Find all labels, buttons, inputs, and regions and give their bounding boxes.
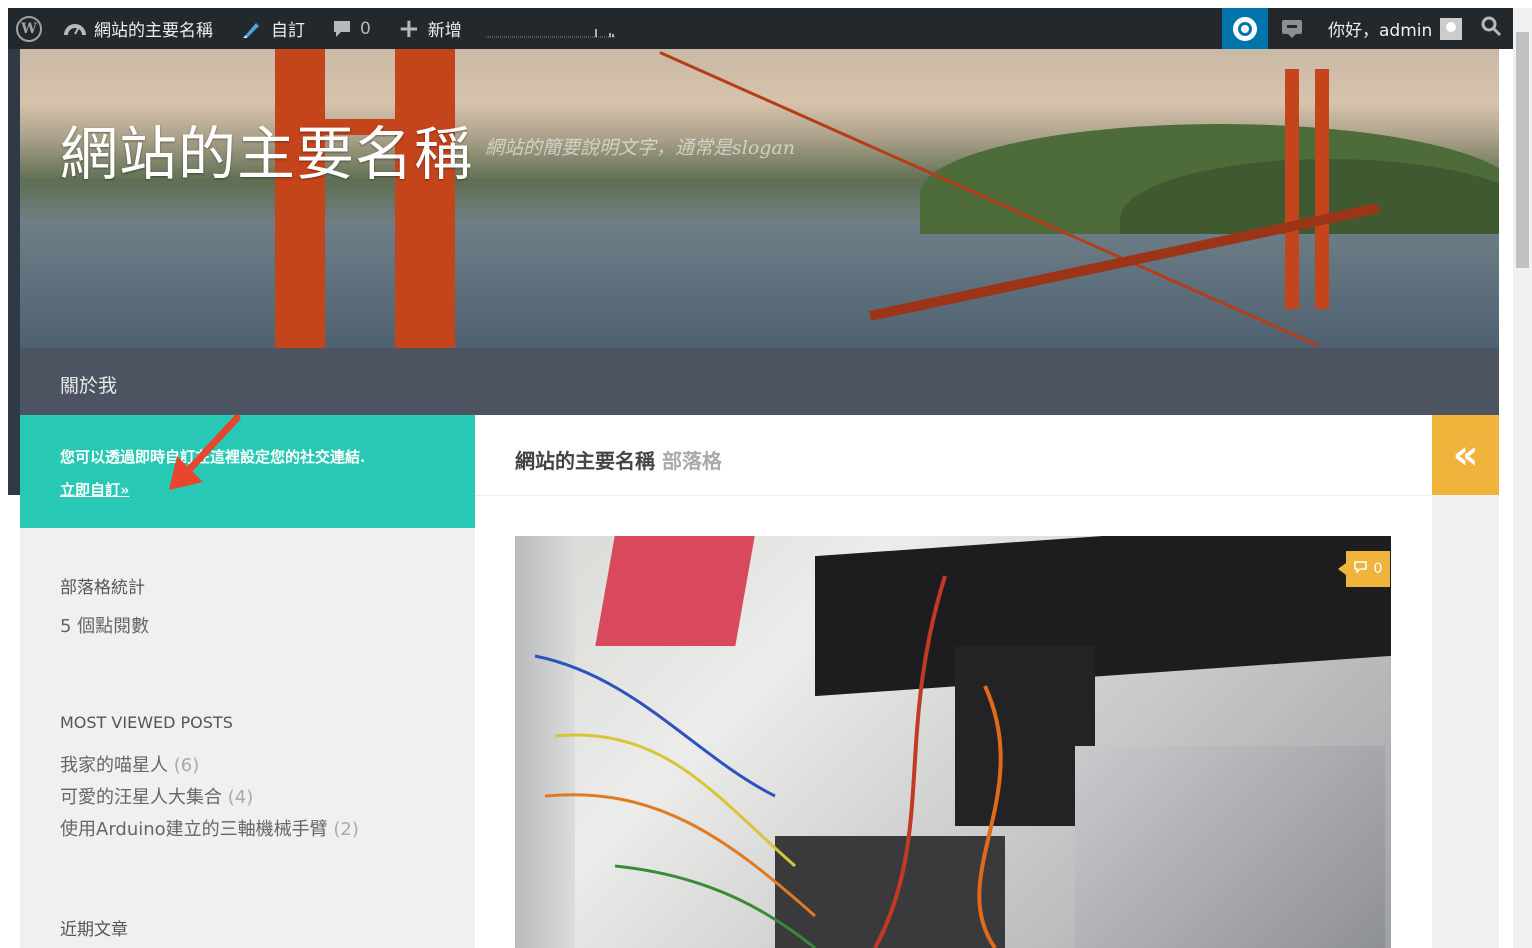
notification-icon [1280, 18, 1304, 40]
comments-count: 0 [360, 18, 371, 39]
recent-posts-title: 近期文章 [60, 920, 128, 940]
avatar [1440, 17, 1463, 40]
site-description: 網站的簡要說明文字，通常是slogan [485, 137, 795, 159]
blog-heading-subtitle: 部落格 [661, 449, 722, 473]
blog-heading-title: 網站的主要名稱 [515, 449, 655, 473]
most-viewed-post[interactable]: 使用Arduino建立的三軸機械手臂 (2) [60, 815, 359, 841]
new-label: 新增 [427, 21, 462, 41]
brush-icon [241, 18, 263, 40]
admin-bar: W 網站的主要名稱 自訂 0 + 新增 你好，admin [8, 8, 1513, 49]
comment-icon [332, 19, 352, 39]
page-heading: 網站的主要名稱 部落格 [475, 415, 1432, 496]
most-viewed-title: MOST VIEWED POSTS [60, 713, 233, 732]
comments-link[interactable]: 0 [332, 8, 371, 49]
my-account-menu[interactable]: 你好，admin [1328, 8, 1463, 49]
wires-image [534, 575, 1003, 948]
stats-widget-title: 部落格統計 [60, 578, 145, 598]
post-title: 可愛的汪星人大集合 [60, 787, 222, 808]
search-icon [1480, 15, 1502, 42]
annotation-arrow-icon [169, 414, 241, 490]
most-viewed-post[interactable]: 可愛的汪星人大集合 (4) [60, 783, 253, 809]
comment-count: 0 [1373, 561, 1383, 577]
new-content-menu[interactable]: + 新增 [398, 8, 462, 49]
dashboard-icon [64, 20, 86, 38]
main-navigation: 關於我 [20, 348, 1499, 415]
stats-widget-value: 5 個點閱數 [60, 616, 150, 637]
blog-heading: 網站的主要名稱 部落格 [515, 445, 722, 474]
nav-item-about[interactable]: 關於我 [60, 371, 117, 398]
help-button[interactable] [1222, 8, 1268, 49]
right-sidebar-column [1432, 495, 1499, 948]
site-name-label: 網站的主要名稱 [94, 21, 213, 41]
search-button[interactable] [1480, 8, 1502, 49]
comment-icon [1353, 561, 1370, 577]
scrollbar-thumb[interactable] [1516, 32, 1529, 268]
customize-link[interactable]: 自訂 [241, 8, 305, 49]
water-image [20, 234, 1499, 348]
customize-now-link[interactable]: 立即自訂» [60, 479, 129, 500]
site-title[interactable]: 網站的主要名稱 [60, 107, 473, 191]
double-chevron-left-icon: « [1452, 432, 1479, 478]
wordpress-menu[interactable]: W [16, 8, 50, 49]
post-featured-image[interactable] [515, 536, 1391, 948]
stats-sparkline[interactable] [486, 8, 616, 49]
lifebuoy-icon [1233, 16, 1257, 41]
wordpress-logo-icon: W [16, 15, 42, 42]
customize-label: 自訂 [271, 21, 305, 41]
comment-count-badge[interactable]: 0 [1338, 551, 1390, 587]
notifications-button[interactable] [1280, 8, 1312, 49]
page-gutter [8, 49, 20, 495]
sparkline-icon [486, 28, 616, 37]
most-viewed-post[interactable]: 我家的喵星人 (6) [60, 751, 199, 777]
post-view-count: (4) [227, 787, 254, 808]
far-tower-image [1285, 69, 1299, 309]
post-title: 我家的喵星人 [60, 755, 168, 776]
bridge-tower-image [275, 49, 325, 348]
far-tower-image [1315, 69, 1329, 309]
site-name-menu[interactable]: 網站的主要名稱 [64, 8, 213, 49]
site-header: 網站的主要名稱 網站的簡要說明文字，通常是slogan [20, 49, 1499, 348]
plus-icon: + [398, 13, 420, 44]
post-title: 使用Arduino建立的三軸機械手臂 [60, 819, 328, 840]
post-view-count: (2) [333, 819, 359, 840]
sidebar-toggle-button[interactable]: « [1432, 415, 1499, 495]
greeting-label: 你好，admin [1328, 21, 1433, 41]
bridge-tower-image [395, 49, 455, 348]
post-view-count: (6) [173, 755, 200, 776]
